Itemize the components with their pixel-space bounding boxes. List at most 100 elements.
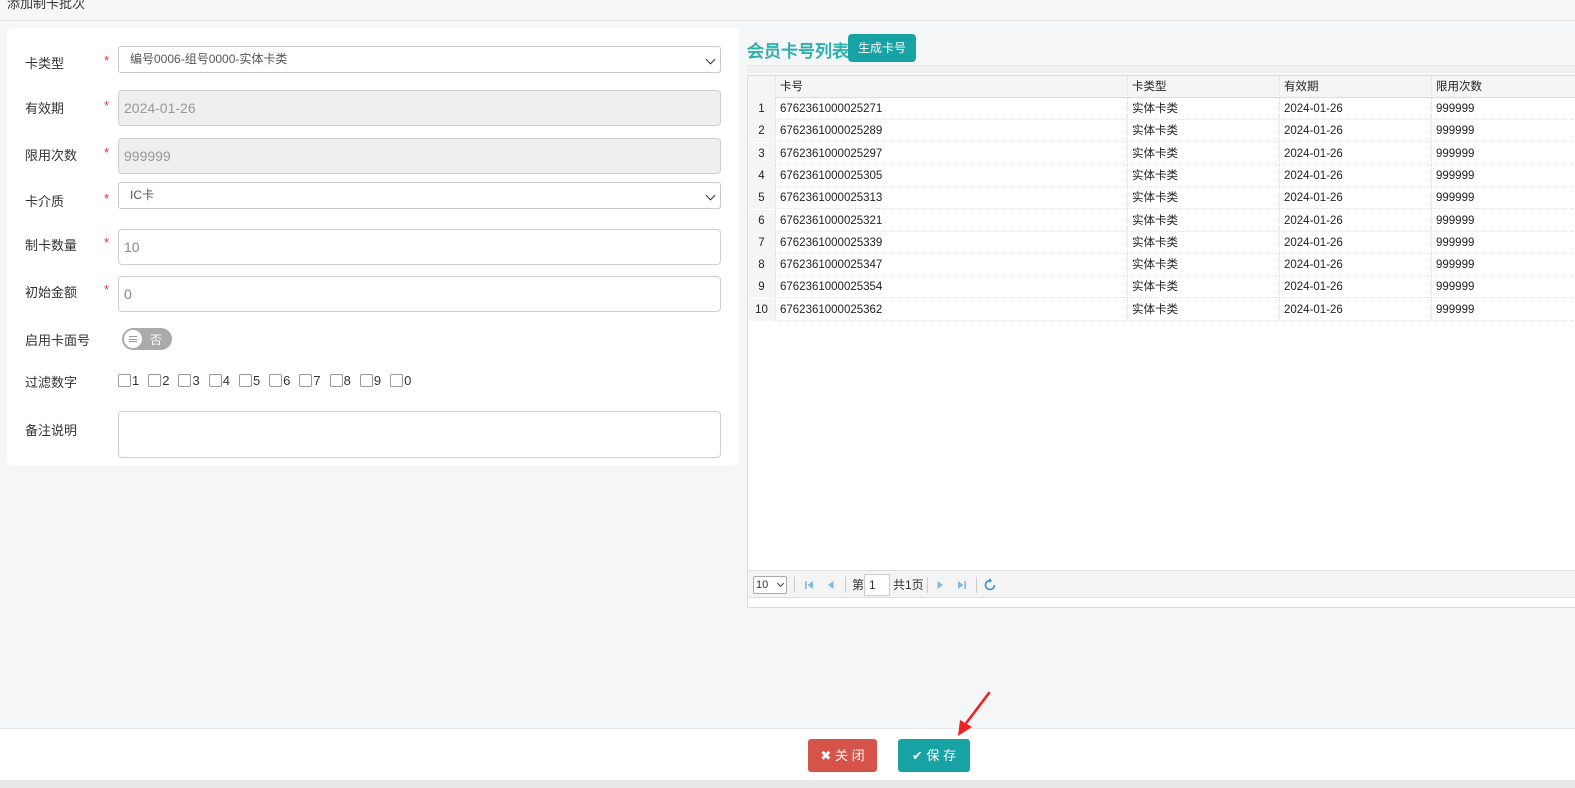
generate-card-numbers-button[interactable]: 生成卡号 [848, 34, 916, 62]
row-number: 9 [748, 276, 776, 299]
face-number-toggle[interactable]: 否 [122, 328, 172, 350]
card-type-row: 卡类型 * 编号0006-组号0000-实体卡类 [7, 46, 739, 73]
table-row[interactable]: 2 6762361000025289 实体卡类 2024-01-26 999999 [748, 120, 1575, 143]
table-row[interactable]: 3 6762361000025297 实体卡类 2024-01-26 999999 [748, 142, 1575, 165]
column-header-card-type[interactable]: 卡类型 [1128, 76, 1280, 98]
filter-digit-checkbox[interactable] [269, 374, 283, 387]
cell-card-type: 实体卡类 [1128, 142, 1280, 165]
close-icon: ✖ [820, 748, 832, 763]
table-row[interactable]: 4 6762361000025305 实体卡类 2024-01-26 999999 [748, 164, 1575, 187]
cell-expiry: 2024-01-26 [1280, 254, 1432, 277]
table-row[interactable]: 7 6762361000025339 实体卡类 2024-01-26 999999 [748, 231, 1575, 254]
cell-expiry: 2024-01-26 [1280, 231, 1432, 254]
expiry-label: 有效期 [25, 101, 65, 116]
limit-label: 限用次数 [25, 148, 78, 163]
cell-limit: 999999 [1436, 214, 1475, 227]
remark-label: 备注说明 [25, 423, 78, 438]
table-row[interactable]: 6 6762361000025321 实体卡类 2024-01-26 999999 [748, 209, 1575, 232]
page-prefix-text: 第 [852, 578, 865, 592]
filter-digit-option[interactable]: 9 [359, 373, 381, 388]
filter-digit-option[interactable]: 8 [329, 373, 351, 388]
cell-card-type: 实体卡类 [1128, 231, 1280, 254]
medium-select[interactable]: IC卡 [118, 182, 721, 209]
column-header-expiry[interactable]: 有效期 [1280, 76, 1432, 98]
row-number: 2 [748, 120, 776, 143]
card-type-select[interactable]: 编号0006-组号0000-实体卡类 [118, 46, 721, 73]
cell-limit: 999999 [1436, 281, 1475, 294]
filter-digit-option[interactable]: 7 [299, 373, 321, 388]
filter-digit-checkbox[interactable] [329, 374, 343, 387]
filter-digit-label: 2 [162, 373, 170, 388]
limit-field[interactable]: 999999 [118, 138, 721, 174]
window-titlebar: 添加制卡批次 [0, 0, 1575, 21]
cell-card-type: 实体卡类 [1128, 120, 1280, 143]
cell-card-type: 实体卡类 [1128, 164, 1280, 187]
filter-digit-checkbox[interactable] [208, 374, 222, 387]
filter-digit-checkbox[interactable] [148, 374, 162, 387]
save-button[interactable]: ✔ 保 存 [898, 739, 970, 772]
table-row[interactable]: 9 6762361000025354 实体卡类 2024-01-26 999999 [748, 276, 1575, 299]
page-number-input[interactable]: 1 [864, 574, 890, 596]
filter-digit-checkbox[interactable] [178, 374, 192, 387]
refresh-icon[interactable] [983, 577, 997, 593]
cell-expiry: 2024-01-26 [1280, 98, 1432, 120]
first-page-icon[interactable] [802, 577, 816, 593]
filter-digit-checkbox[interactable] [359, 374, 373, 387]
chevron-down-icon [776, 579, 785, 588]
cell-card-no: 6762361000025347 [776, 254, 1128, 277]
cell-card-type: 实体卡类 [1128, 254, 1280, 277]
filter-digit-label: 4 [222, 373, 230, 388]
filter-digit-option[interactable]: 4 [208, 373, 230, 388]
list-toolbar-strip [747, 65, 1575, 73]
column-header-limit[interactable]: 限用次数 [1432, 76, 1575, 98]
column-header-card-no[interactable]: 卡号 [776, 76, 1128, 98]
filter-digit-checkbox[interactable] [118, 374, 131, 387]
filter-digit-checkbox[interactable] [390, 374, 404, 387]
filter-digit-label: 1 [132, 373, 140, 388]
cell-expiry: 2024-01-26 [1280, 276, 1432, 299]
cell-expiry: 2024-01-26 [1280, 187, 1432, 210]
filter-digit-label: 6 [283, 373, 291, 388]
filter-digit-checkbox[interactable] [299, 374, 313, 387]
quantity-field[interactable]: 10 [118, 229, 721, 265]
quantity-label: 制卡数量 [25, 238, 78, 253]
required-mark: * [104, 282, 110, 297]
cell-card-no: 6762361000025362 [776, 298, 1128, 321]
toggle-state-text: 否 [150, 333, 163, 347]
chevron-down-icon [705, 190, 716, 201]
prev-page-icon[interactable] [824, 577, 838, 593]
filter-digit-checkbox[interactable] [238, 374, 252, 387]
table-row[interactable]: 5 6762361000025313 实体卡类 2024-01-26 999999 [748, 187, 1575, 210]
filter-digit-option[interactable]: 6 [269, 373, 290, 388]
filter-digit-label: 5 [252, 373, 261, 388]
next-page-icon[interactable] [933, 577, 947, 593]
filter-digit-option[interactable]: 3 [178, 373, 200, 388]
filter-digit-label: 0 [404, 373, 412, 388]
last-page-icon[interactable] [955, 577, 969, 593]
filter-digit-option[interactable]: 5 [238, 373, 261, 388]
table-row[interactable]: 8 6762361000025347 实体卡类 2024-01-26 999999 [748, 254, 1575, 277]
remark-textarea[interactable] [118, 411, 721, 458]
bottom-edge [0, 780, 1575, 788]
cell-card-type: 实体卡类 [1128, 298, 1280, 321]
initial-amount-row: 初始金额 * 0 [7, 276, 739, 312]
cell-limit: 999999 [1436, 147, 1475, 160]
window-title: 添加制卡批次 [7, 0, 86, 11]
table-row[interactable]: 10 6762361000025362 实体卡类 2024-01-26 999999 [748, 298, 1575, 321]
filter-digit-label: 3 [192, 373, 200, 388]
table-row[interactable]: 1 6762361000025271 实体卡类 2024-01-26 999999 [748, 98, 1575, 120]
required-mark: * [104, 53, 110, 68]
menu-icon [129, 336, 137, 342]
required-mark: * [104, 235, 110, 250]
grid-pager: 10 第 1 共1页 [748, 570, 1575, 598]
initial-amount-field[interactable]: 0 [118, 276, 721, 312]
batch-form-panel: 卡类型 * 编号0006-组号0000-实体卡类 有效期 * 2024-01-2… [7, 28, 739, 466]
close-button[interactable]: ✖ 关 闭 [808, 739, 877, 772]
cell-card-type: 实体卡类 [1128, 98, 1280, 120]
page-size-select[interactable]: 10 [753, 576, 787, 594]
filter-digit-option[interactable]: 2 [148, 373, 169, 388]
row-number: 4 [748, 164, 776, 187]
filter-digit-option[interactable]: 1 [118, 373, 139, 388]
filter-digit-option[interactable]: 0 [390, 373, 411, 388]
expiry-field[interactable]: 2024-01-26 [118, 90, 721, 126]
